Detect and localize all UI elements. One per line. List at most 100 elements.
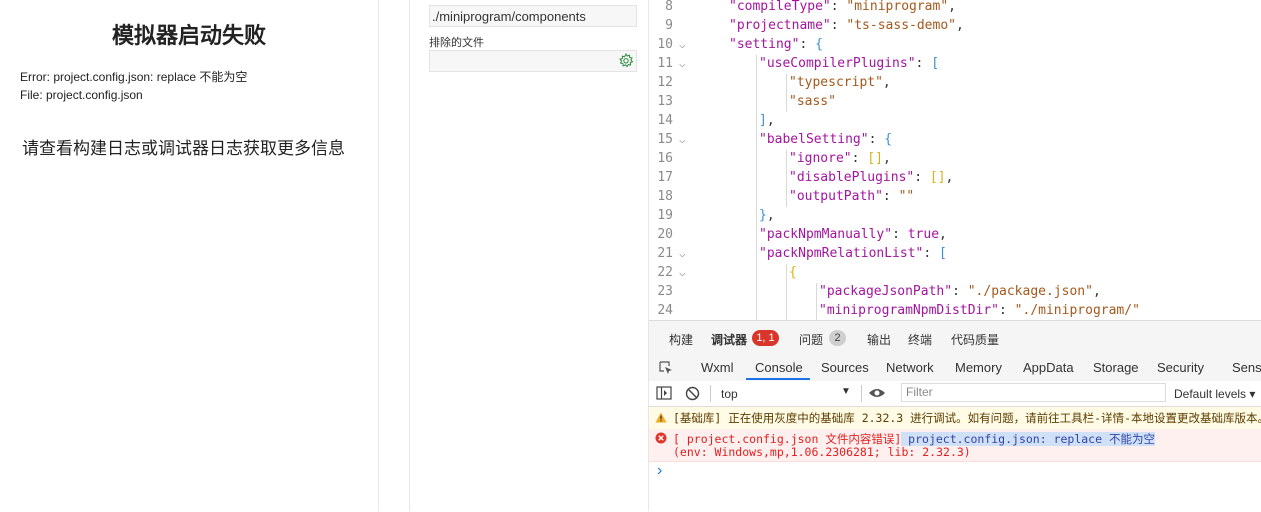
error-icon xyxy=(655,432,667,444)
code-line[interactable]: 23 "packageJsonPath": "./package.json", xyxy=(649,282,1261,301)
warning-icon xyxy=(655,412,667,423)
code-line[interactable]: 17 "disablePlugins": [], xyxy=(649,168,1261,187)
code-text: "ignore": [], xyxy=(789,151,891,166)
fold-chevron-icon[interactable]: ⌵ xyxy=(679,244,686,263)
code-line[interactable]: 21 ⌵ "packNpmRelationList": [ xyxy=(649,244,1261,263)
sidebar-toggle-icon[interactable] xyxy=(656,386,672,400)
code-line[interactable]: 13 "sass" xyxy=(649,92,1261,111)
tab-problems[interactable]: 问题 xyxy=(799,331,823,348)
simulator-more-info: 请查看构建日志或调试器日志获取更多信息 xyxy=(22,139,345,158)
tab-security[interactable]: Security xyxy=(1157,360,1204,375)
tab-debugger[interactable]: 调试器 xyxy=(711,331,747,348)
line-number: 17 xyxy=(657,170,673,185)
tab-output[interactable]: 输出 xyxy=(867,331,891,348)
code-line[interactable]: 9 "projectname": "ts-sass-demo", xyxy=(649,16,1261,35)
code-text: "setting": { xyxy=(729,37,823,52)
problems-count-badge: 2 xyxy=(829,330,846,346)
line-number: 11 xyxy=(657,56,673,71)
tab-memory[interactable]: Memory xyxy=(955,360,1002,375)
console-toolbar: top ▼ Filter Default levels ▾ xyxy=(649,381,1261,407)
indent-guide xyxy=(756,55,757,320)
debugger-error-badge: 1, 1 xyxy=(752,330,779,346)
code-line[interactable]: 15 ⌵ "babelSetting": { xyxy=(649,130,1261,149)
code-line[interactable]: 14], xyxy=(649,111,1261,130)
code-line[interactable]: 19}, xyxy=(649,206,1261,225)
error-env-text: (env: Windows,mp,1.06.2306281; lib: 2.32… xyxy=(673,445,971,459)
clear-console-icon[interactable] xyxy=(685,386,700,401)
line-number: 20 xyxy=(657,227,673,242)
tab-sensor[interactable]: Sensor xyxy=(1232,360,1261,375)
tab-wxml[interactable]: Wxml xyxy=(701,360,734,375)
fold-chevron-icon[interactable]: ⌵ xyxy=(679,35,686,54)
code-text: "miniprogramNpmDistDir": "./miniprogram/… xyxy=(819,303,1140,318)
project-settings-pane: ./miniprogram/components 排除的文件 xyxy=(410,0,649,511)
tab-terminal[interactable]: 终端 xyxy=(908,331,932,348)
code-line[interactable]: 12 "typescript", xyxy=(649,73,1261,92)
tab-storage[interactable]: Storage xyxy=(1093,360,1139,375)
code-line[interactable]: 22 ⌵ { xyxy=(649,263,1261,282)
log-levels-dropdown[interactable]: Default levels ▾ xyxy=(1174,387,1255,401)
warning-text: [基础库] 正在使用灰度中的基础库 2.32.3 进行调试。如有问题，请前往工具… xyxy=(673,411,1261,425)
excluded-files-label: 排除的文件 xyxy=(429,37,484,49)
line-number: 24 xyxy=(657,303,673,318)
toolbar-divider xyxy=(861,385,862,402)
toolbar-divider xyxy=(710,385,711,402)
context-select[interactable]: top xyxy=(721,387,738,401)
indent-guide xyxy=(786,264,787,320)
fold-chevron-icon[interactable]: ⌵ xyxy=(679,130,686,149)
code-text: "sass" xyxy=(789,94,836,109)
code-line[interactable]: 16 "ignore": [], xyxy=(649,149,1261,168)
devtools-panel: 构建 调试器 1, 1 问题 2 输出 终端 代码质量 Wxml Console… xyxy=(649,320,1261,512)
code-line[interactable]: 10 ⌵ "setting": { xyxy=(649,35,1261,54)
code-line[interactable]: 24 "miniprogramNpmDistDir": "./miniprogra… xyxy=(649,301,1261,320)
inspect-element-icon[interactable] xyxy=(658,360,674,376)
line-number: 18 xyxy=(657,189,673,204)
line-number: 16 xyxy=(657,151,673,166)
eye-icon[interactable] xyxy=(868,387,886,399)
simulator-error-title: 模拟器启动失败 xyxy=(111,23,266,48)
components-path-input[interactable]: ./miniprogram/components xyxy=(429,5,637,27)
tab-appdata[interactable]: AppData xyxy=(1023,360,1074,375)
code-text: "packageJsonPath": "./package.json", xyxy=(819,284,1101,299)
code-line[interactable]: 11 ⌵ "useCompilerPlugins": [ xyxy=(649,54,1261,73)
line-number: 23 xyxy=(657,284,673,299)
console-warning-message: [基础库] 正在使用灰度中的基础库 2.32.3 进行调试。如有问题，请前往工具… xyxy=(649,407,1261,430)
error-prefix-text: [ project.config.json 文件内容错误] xyxy=(673,432,902,446)
code-text: "babelSetting": { xyxy=(759,132,893,147)
indent-guide xyxy=(786,150,787,207)
tab-build[interactable]: 构建 xyxy=(669,331,693,348)
code-line[interactable]: 8 "compileType": "miniprogram", xyxy=(649,0,1261,16)
console-prompt[interactable]: › xyxy=(657,462,662,480)
tab-network[interactable]: Network xyxy=(886,360,934,375)
fold-chevron-icon[interactable]: ⌵ xyxy=(679,263,686,282)
tab-sources[interactable]: Sources xyxy=(821,360,869,375)
splitter[interactable] xyxy=(379,0,410,511)
code-editor[interactable]: 8 "compileType": "miniprogram", 9 "projectn… xyxy=(649,0,1261,320)
line-number: 13 xyxy=(657,94,673,109)
debug-top-tabs: 构建 调试器 1, 1 问题 2 输出 终端 代码质量 xyxy=(649,321,1261,355)
line-number: 10 xyxy=(657,37,673,52)
console-filter-input[interactable]: Filter xyxy=(901,383,1166,402)
code-line[interactable]: 18 "outputPath": "" xyxy=(649,187,1261,206)
tab-code-quality[interactable]: 代码质量 xyxy=(951,331,999,348)
fold-chevron-icon[interactable]: ⌵ xyxy=(679,54,686,73)
code-text: }, xyxy=(759,208,775,223)
line-number: 9 xyxy=(665,18,673,33)
code-text: "typescript", xyxy=(789,75,891,90)
code-text: { xyxy=(789,265,797,280)
excluded-files-input[interactable] xyxy=(429,50,637,72)
indent-guide xyxy=(816,283,817,320)
code-line[interactable]: 20 "packNpmManually": true, xyxy=(649,225,1261,244)
tab-console[interactable]: Console xyxy=(755,360,803,375)
context-dropdown-icon[interactable]: ▼ xyxy=(841,386,851,397)
active-tab-indicator xyxy=(746,378,810,380)
line-number: 8 xyxy=(665,0,673,14)
line-number: 19 xyxy=(657,208,673,223)
line-number: 14 xyxy=(657,113,673,128)
code-text: "packNpmRelationList": [ xyxy=(759,246,947,261)
code-text: "useCompilerPlugins": [ xyxy=(759,56,940,71)
line-number: 21 xyxy=(657,246,673,261)
devtools-tabs: Wxml Console Sources Network Memory AppD… xyxy=(649,355,1261,382)
gear-icon[interactable] xyxy=(618,53,634,69)
code-text: ], xyxy=(759,113,775,128)
